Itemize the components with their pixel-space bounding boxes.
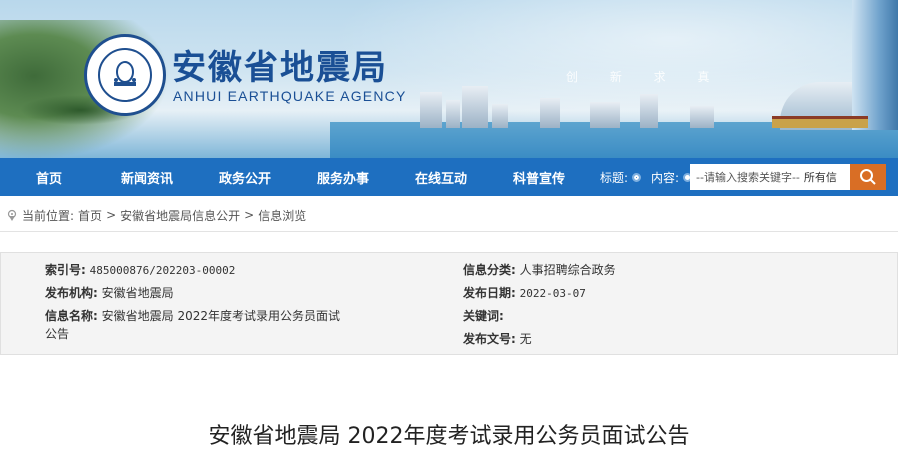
agency-logo[interactable] — [84, 34, 166, 116]
breadcrumb-current: 信息浏览 — [258, 208, 307, 223]
info-org-label: 发布机构: — [45, 286, 98, 300]
nav-item-science[interactable]: 科普宣传 — [490, 168, 588, 187]
radio-title-dot[interactable] — [632, 172, 642, 182]
nav-item-news[interactable]: 新闻资讯 — [98, 168, 196, 187]
breadcrumb: 当前位置: 首页 > 安徽省地震局信息公开 > 信息浏览 — [0, 201, 898, 229]
info-category-label: 信息分类: — [463, 263, 516, 277]
radio-content-label: 内容: — [651, 170, 680, 185]
banner-building — [446, 100, 460, 128]
breadcrumb-separator: > — [244, 208, 255, 222]
breadcrumb-info-disclosure[interactable]: 安徽省地震局信息公开 — [120, 207, 240, 224]
banner-pavilion — [772, 116, 868, 128]
info-category: 信息分类: 人事招聘综合政务 — [463, 261, 616, 279]
info-category-value: 人事招聘综合政务 — [519, 263, 616, 277]
info-index-label: 索引号: — [45, 263, 86, 277]
info-metadata-panel: 索引号: 485000876/202203-00002 信息分类: 人事招聘综合… — [0, 252, 898, 355]
article-title: 安徽省地震局 2022年度考试录用公务员面试公告 — [208, 424, 690, 449]
search-icon — [860, 169, 876, 185]
location-pin-icon — [7, 209, 17, 221]
search-button[interactable] — [850, 164, 886, 190]
main-nav: 首页 新闻资讯 政务公开 服务办事 在线互动 科普宣传 标题: 内容: --请输… — [0, 158, 898, 196]
search-area: 标题: 内容: — [600, 158, 702, 196]
search-input[interactable]: --请输入搜索关键字-- 所有信 — [690, 164, 850, 190]
banner-building — [540, 98, 560, 128]
banner-building — [420, 92, 442, 128]
nav-item-home[interactable]: 首页 — [0, 168, 98, 187]
info-date-label: 发布日期: — [463, 286, 516, 300]
nav-item-interaction[interactable]: 在线互动 — [392, 168, 490, 187]
banner-building — [492, 104, 508, 128]
info-doc-label: 发布文号: — [463, 332, 516, 346]
info-keyword-label: 关键词: — [463, 309, 504, 323]
banner-building — [462, 86, 488, 128]
banner-building — [590, 102, 620, 128]
site-subtitle: ANHUI EARTHQUAKE AGENCY — [173, 88, 407, 104]
divider — [0, 231, 898, 232]
nav-item-services[interactable]: 服务办事 — [294, 168, 392, 187]
info-index: 索引号: 485000876/202203-00002 — [45, 261, 235, 280]
seismograph-emblem-icon — [98, 48, 152, 102]
info-index-value: 485000876/202203-00002 — [89, 264, 236, 277]
info-name-value: 安徽省地震局 2022年度考试录用公务员面试 — [101, 309, 340, 323]
info-org: 发布机构: 安徽省地震局 — [45, 284, 174, 302]
breadcrumb-prefix: 当前位置: — [22, 208, 75, 223]
breadcrumb-separator: > — [106, 208, 117, 222]
search-scope-select[interactable]: 所有信 — [804, 169, 837, 185]
info-date: 发布日期: 2022-03-07 — [463, 284, 586, 303]
info-name-label: 信息名称: — [45, 309, 98, 323]
info-date-value: 2022-03-07 — [519, 287, 586, 300]
site-banner: 安徽省地震局 ANHUI EARTHQUAKE AGENCY 创 新 求 真 — [0, 0, 898, 158]
banner-tower — [852, 0, 898, 130]
info-name: 信息名称: 安徽省地震局 2022年度考试录用公务员面试 公告 — [45, 307, 365, 343]
search-placeholder: --请输入搜索关键字-- — [696, 171, 800, 184]
banner-building — [640, 94, 658, 128]
site-title: 安徽省地震局 — [172, 48, 388, 88]
radio-title-option[interactable]: 标题: — [600, 169, 647, 186]
nav-item-gov-affairs[interactable]: 政务公开 — [196, 168, 294, 187]
info-doc-number: 发布文号: 无 — [463, 330, 532, 348]
info-name-value-cont: 公告 — [45, 327, 70, 341]
info-org-value: 安徽省地震局 — [101, 286, 174, 300]
info-keyword: 关键词: — [463, 307, 504, 325]
radio-title-label: 标题: — [600, 170, 629, 185]
banner-slogan: 创 新 求 真 — [566, 70, 724, 84]
banner-building — [690, 106, 714, 128]
breadcrumb-home[interactable]: 首页 — [78, 207, 102, 224]
info-doc-value: 无 — [519, 332, 532, 346]
